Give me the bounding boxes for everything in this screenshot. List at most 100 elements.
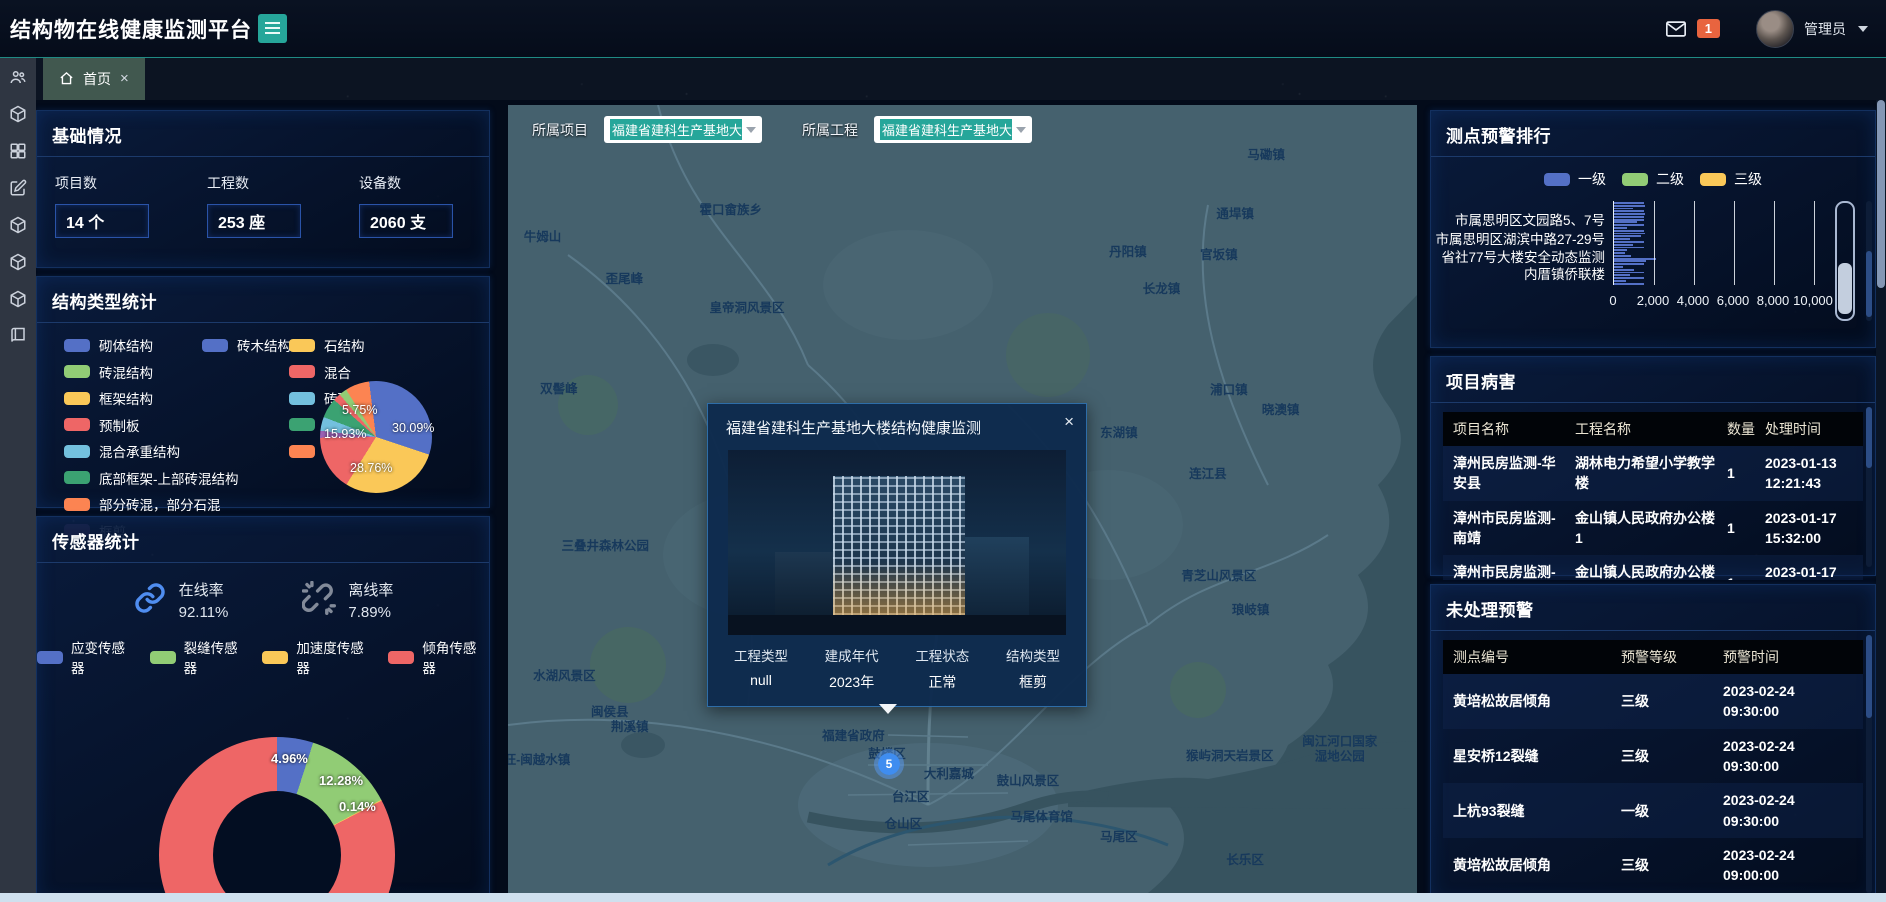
map-place-label: 大利嘉城 (924, 767, 974, 783)
hamburger-menu-button[interactable] (258, 14, 287, 43)
table-cell: 1 (1727, 463, 1765, 483)
link-icon (133, 581, 167, 620)
datazoom-thumb[interactable] (1838, 263, 1852, 314)
edit-icon[interactable] (9, 179, 27, 197)
chevron-down-icon[interactable] (1858, 26, 1868, 32)
legend-item[interactable]: 倾角传感器 (388, 637, 489, 677)
engineering-select[interactable]: 福建省建科生产基地大楼 (874, 116, 1032, 143)
broken-link-icon (302, 581, 336, 620)
legend-item[interactable]: 石结构 (289, 335, 365, 355)
bar (1614, 241, 1644, 243)
bar (1614, 205, 1645, 207)
popup-info-value: 2023年 (825, 672, 879, 692)
map-place-label: 东湖镇 (1100, 427, 1138, 443)
legend-swatch (289, 418, 315, 431)
legend-item[interactable]: 加速度传感器 (262, 637, 376, 677)
legend-item[interactable]: 混合 (289, 362, 351, 382)
scrollbar-thumb[interactable] (1877, 100, 1885, 288)
close-icon[interactable]: × (120, 70, 129, 87)
table-cell: 2023-01-13 12:21:43 (1765, 453, 1853, 494)
mail-icon[interactable] (1665, 18, 1687, 40)
legend-label: 倾角传感器 (422, 637, 489, 677)
bar (1614, 238, 1630, 240)
mail-count-badge[interactable]: 1 (1697, 19, 1720, 38)
bar (1614, 221, 1637, 223)
legend-item[interactable]: 部分砖混，部分石混 (64, 494, 221, 514)
book-icon[interactable] (9, 327, 27, 345)
map-place-label: 台江区 (892, 790, 930, 806)
legend-item[interactable]: 裂缝传感器 (150, 637, 251, 677)
legend-item[interactable]: 应变传感器 (37, 637, 138, 677)
legend-item[interactable]: 框架结构 (64, 388, 153, 408)
map-place-label: 龙旺-闽越水镇 (508, 753, 570, 769)
map-place-label: 马尾区 (1100, 830, 1138, 846)
left-rail (0, 57, 36, 902)
map-place-label: 猴屿洞天岩景区 (1186, 749, 1274, 765)
page-vertical-scrollbar[interactable] (1876, 100, 1886, 893)
map-place-label: 官坂镇 (1200, 248, 1238, 264)
legend-item[interactable]: 砌体结构 (64, 335, 153, 355)
map-popup: 福建省建科生产基地大楼结构健康监测 × 工程类型null建成年代2023年工程状… (707, 403, 1087, 707)
legend-swatch (64, 445, 90, 458)
legend-swatch (64, 339, 90, 352)
legend-swatch (64, 471, 90, 484)
legend-item[interactable]: 三级 (1700, 169, 1762, 189)
table-row: 上杭93裂缝一级2023-02-24 09:30:00 (1443, 783, 1863, 838)
legend-item[interactable]: 底部框架-上部砖混结构 (64, 468, 239, 488)
chart-data-label: 28.76% (350, 461, 392, 475)
map-place-label: 晓澳镇 (1262, 403, 1300, 419)
bar (1614, 219, 1644, 221)
map-place-label: 琅岐镇 (1232, 603, 1270, 619)
legend-item[interactable]: 一级 (1544, 169, 1606, 189)
legend-item[interactable]: 二级 (1622, 169, 1684, 189)
cube-icon[interactable] (9, 105, 27, 123)
panel-title: 项目病害 (1431, 357, 1875, 403)
axis-tick-label: 6,000 (1717, 293, 1750, 308)
page-horizontal-scrollbar[interactable] (0, 893, 1886, 902)
bar (1614, 244, 1633, 246)
datazoom-slider[interactable] (1835, 201, 1855, 321)
gridline (1734, 201, 1735, 285)
legend-swatch (64, 365, 90, 378)
bar (1614, 202, 1644, 204)
project-select[interactable]: 福建省建科生产基地大楼 (604, 116, 762, 143)
table-cell: 漳州市民房监测-南靖 (1453, 562, 1575, 580)
cube-icon[interactable] (9, 253, 27, 271)
table-cell: 2023-02-24 09:00:00 (1723, 845, 1853, 886)
user-name[interactable]: 管理员 (1804, 19, 1846, 39)
legend-item[interactable]: 砖木结构 (202, 335, 291, 355)
legend-item[interactable]: 预制板 (64, 415, 140, 435)
map-place-label: 福建省政府 (822, 729, 885, 745)
table-cell: 2023-02-24 09:30:00 (1723, 790, 1853, 831)
legend-label: 底部框架-上部砖混结构 (99, 468, 239, 488)
legend-swatch (64, 392, 90, 405)
warnings-scrollbar[interactable] (1866, 635, 1872, 893)
map-place-label: 马尾体育馆 (1010, 810, 1073, 826)
map-place-label: 长龙镇 (1143, 282, 1181, 298)
popup-info-label: 工程状态 (915, 645, 969, 665)
map-cluster-marker[interactable]: 5 (874, 749, 904, 779)
ranking-scrollbar[interactable] (1866, 201, 1872, 321)
tab-bar: 首页 × (36, 57, 1886, 100)
bar (1614, 210, 1644, 212)
tab-home[interactable]: 首页 × (43, 57, 145, 100)
close-icon[interactable]: × (1064, 412, 1074, 432)
chart-data-label: 12.28% (319, 773, 363, 788)
map-place-label: 牛姆山 (524, 230, 562, 246)
legend-item[interactable]: 砖混结构 (64, 362, 153, 382)
popup-info-value: null (734, 672, 788, 688)
legend-swatch (289, 339, 315, 352)
disease-scrollbar[interactable] (1866, 407, 1872, 567)
avatar[interactable] (1756, 10, 1794, 48)
online-rate: 在线率 92.11% (133, 579, 229, 621)
popup-pointer (879, 704, 897, 714)
legend-item[interactable]: 混合承重结构 (64, 441, 180, 461)
cube-icon[interactable] (9, 216, 27, 234)
map-canvas[interactable]: 马磡镇通垾镇霍口畲族乡牛姆山官坂镇丹阳镇歪尾峰长龙镇皇帝洞风景区双髻峰浦口镇晓澳… (508, 105, 1417, 893)
chart-data-label: 0.14% (339, 799, 376, 814)
gridline (1654, 201, 1655, 285)
cube-icon[interactable] (9, 290, 27, 308)
popup-info-cell: 建成年代2023年 (825, 645, 879, 692)
modules-icon[interactable] (9, 142, 27, 160)
users-icon[interactable] (9, 68, 27, 86)
